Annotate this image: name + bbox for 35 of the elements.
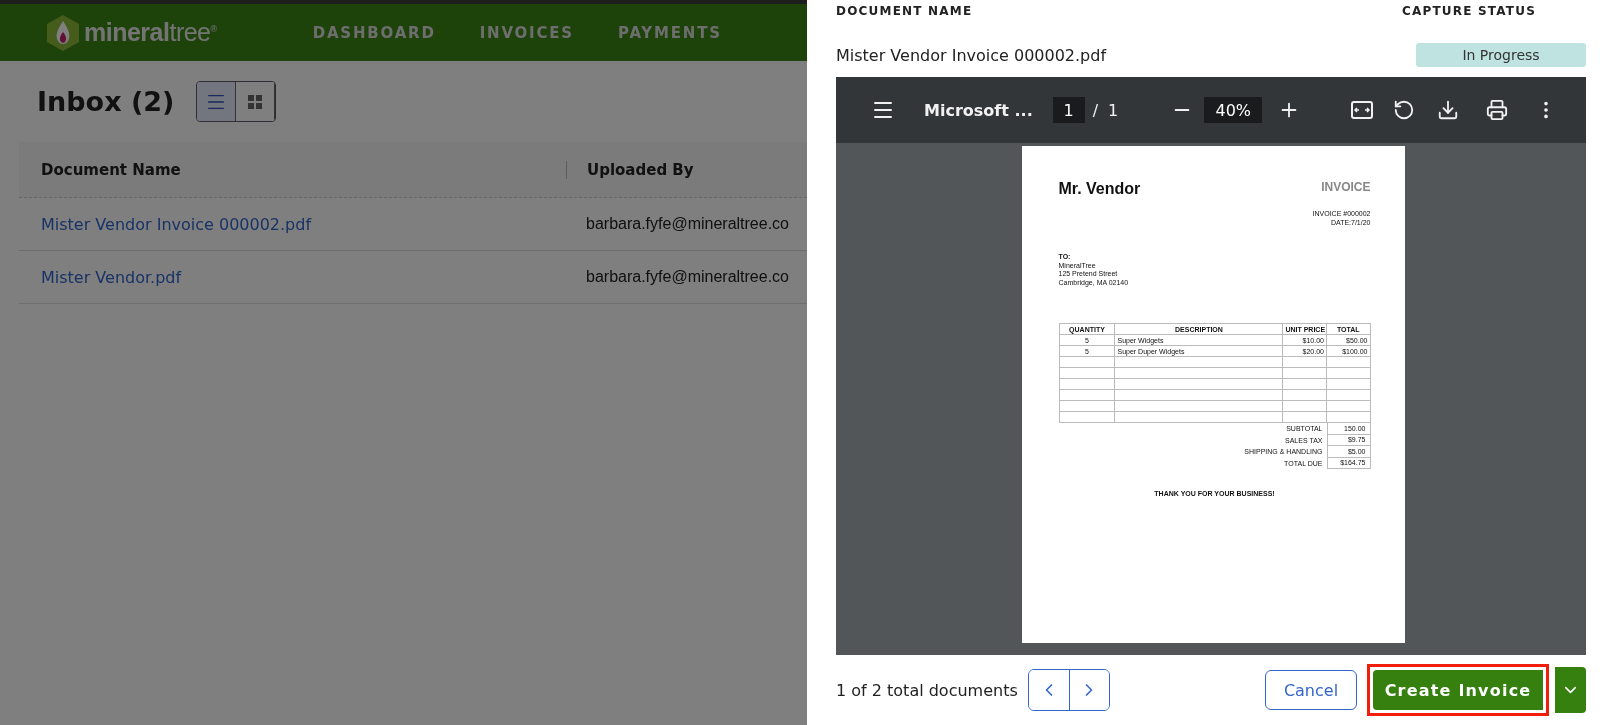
cancel-button[interactable]: Cancel — [1265, 670, 1357, 710]
document-type: INVOICE — [1321, 180, 1371, 194]
column-header: Uploaded By — [586, 160, 694, 179]
column-header: Document Name — [40, 160, 181, 179]
nav-link[interactable]: INVOICES — [479, 23, 574, 42]
logo-icon — [46, 13, 80, 52]
capture-status-label: CAPTURE STATUS — [1401, 4, 1536, 20]
fit-page-icon[interactable] — [1350, 98, 1375, 122]
zoom-field[interactable]: 40% — [1204, 97, 1263, 123]
grid-view-button[interactable] — [236, 82, 276, 121]
nav-link[interactable]: DASHBOARD — [312, 23, 436, 42]
document-name-label: DOCUMENT NAME — [836, 4, 973, 20]
status-badge: In Progress — [1416, 43, 1586, 67]
page-title: Inbox (2) — [37, 86, 175, 117]
print-icon[interactable] — [1486, 99, 1509, 121]
rotate-icon[interactable] — [1393, 99, 1416, 121]
next-button[interactable] — [1068, 670, 1109, 710]
page-count: 1 — [1108, 100, 1119, 120]
pdf-title: Microsoft ... — [924, 100, 1033, 120]
grid-icon — [247, 93, 264, 110]
create-invoice-button[interactable]: Create Invoice — [1373, 670, 1543, 710]
document-link[interactable]: Mister Vendor Invoice 000002.pdf — [19, 214, 566, 234]
download-icon[interactable] — [1437, 99, 1460, 121]
document-link[interactable]: Mister Vendor.pdf — [19, 267, 566, 287]
logo: mineraltree$^{®}$ — [84, 18, 217, 47]
table-cell-text: barbara.fyfe@mineraltree.co — [585, 268, 790, 286]
document-name: Mister Vendor Invoice 000002.pdf — [836, 45, 1107, 65]
list-view-button[interactable] — [197, 82, 237, 121]
vendor-name: Mr. Vendor — [1058, 180, 1141, 198]
page-number-field[interactable]: 1 — [1052, 97, 1085, 123]
nav-link[interactable]: PAYMENTS — [617, 23, 722, 42]
dropdown-button[interactable] — [1555, 667, 1586, 713]
document-count: 1 of 2 total documents — [836, 680, 1018, 700]
page-separator: / — [1092, 100, 1099, 120]
table-cell-text: barbara.fyfe@mineraltree.co — [585, 215, 790, 233]
